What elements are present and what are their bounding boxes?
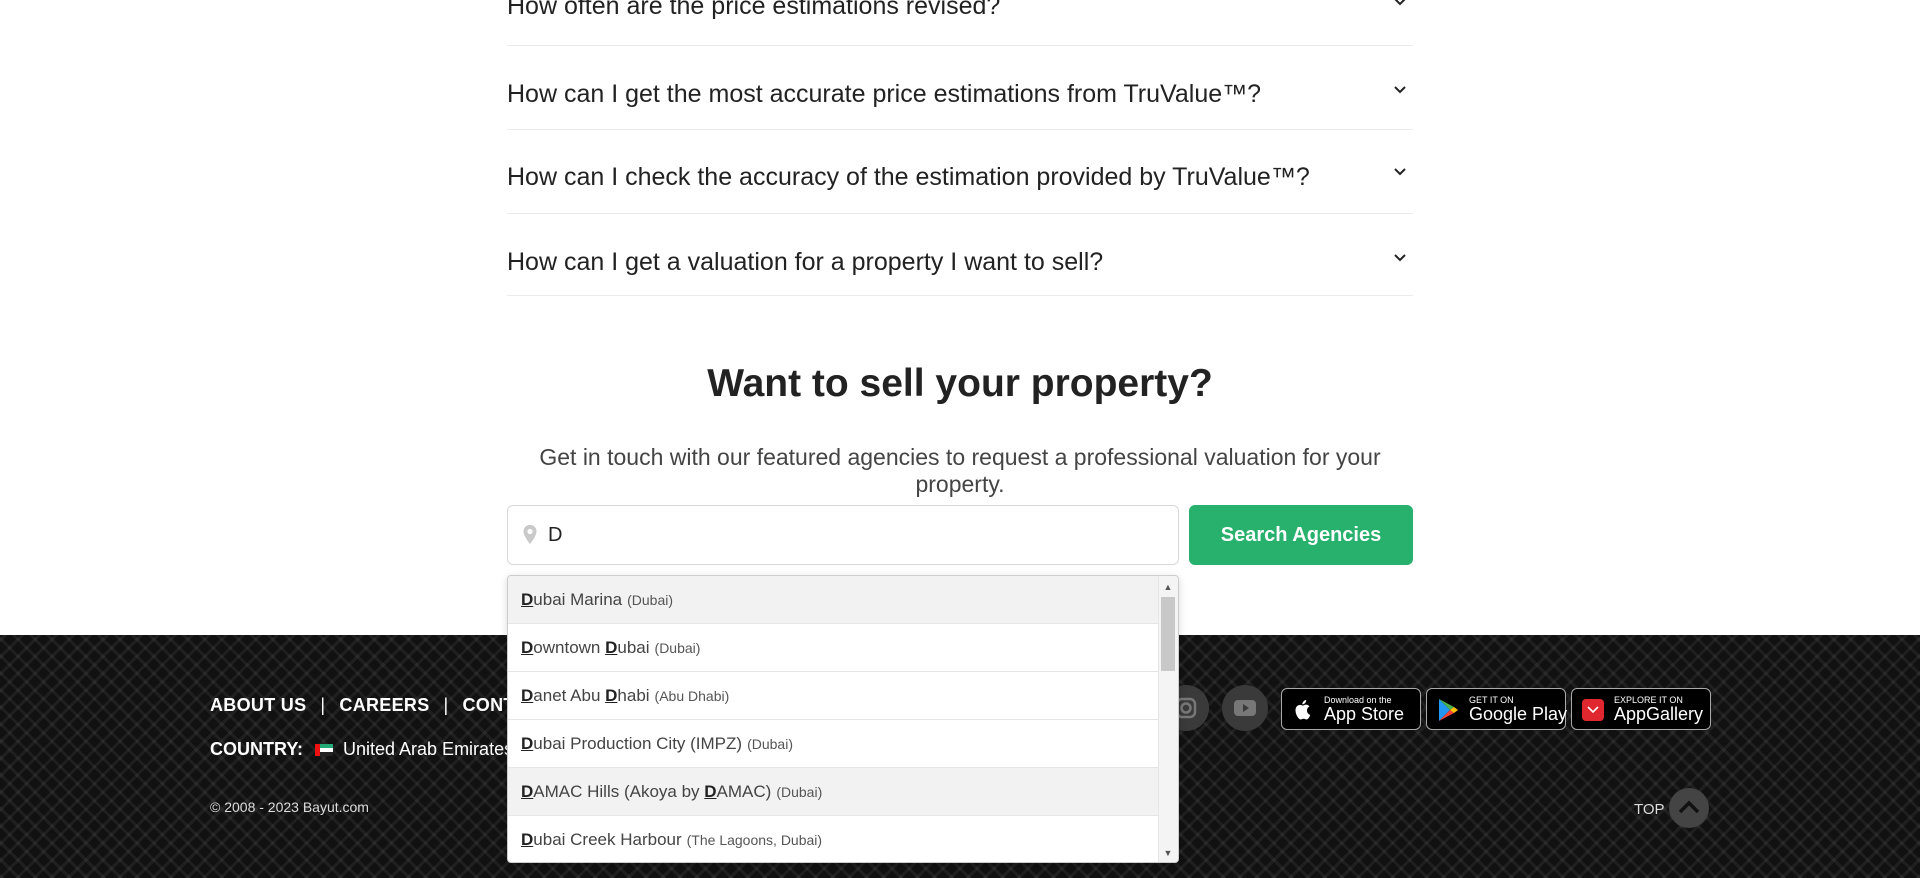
suggestion-city: (Abu Dhabi) bbox=[654, 688, 730, 704]
huawei-icon bbox=[1582, 699, 1604, 721]
suggestion-text: ubai Creek Harbour bbox=[533, 830, 682, 849]
suggestion-city: (Dubai) bbox=[747, 736, 793, 752]
suggestion-item[interactable]: Dubai Marina (Dubai) bbox=[508, 576, 1158, 624]
footer-link-about[interactable]: ABOUT US bbox=[210, 695, 306, 715]
store-big-text: AppGallery bbox=[1614, 704, 1704, 724]
suggestion-city: (Dubai) bbox=[776, 784, 823, 800]
faq-item[interactable]: How often are the price estimations revi… bbox=[507, 0, 1413, 46]
top-label[interactable]: TOP bbox=[1634, 801, 1665, 818]
faq-question: How can I get a valuation for a property… bbox=[507, 248, 1104, 276]
footer-separator: | bbox=[320, 695, 326, 715]
suggestion-text: ubai Marina bbox=[533, 590, 623, 609]
country-label: COUNTRY: bbox=[210, 739, 303, 759]
suggestion-name: Dubai Production City (IMPZ) bbox=[521, 734, 742, 753]
footer-links: ABOUT US | CAREERS | CONT bbox=[210, 695, 515, 716]
app-gallery-badge[interactable]: EXPLORE IT ON AppGallery bbox=[1571, 688, 1711, 730]
location-search-box bbox=[507, 505, 1179, 565]
suggestion-text: ubai bbox=[617, 638, 650, 657]
suggestion-match: D bbox=[605, 686, 618, 705]
faq-item[interactable]: How can I check the accuracy of the esti… bbox=[507, 130, 1413, 214]
location-pin-icon bbox=[523, 525, 537, 544]
faq-question: How can I check the accuracy of the esti… bbox=[507, 163, 1310, 191]
uae-flag-icon bbox=[315, 744, 333, 757]
chevron-down-icon bbox=[1394, 0, 1406, 6]
chevron-down-icon bbox=[1394, 86, 1406, 94]
google-play-badge[interactable]: GET IT ON Google Play bbox=[1426, 688, 1568, 730]
suggestion-item[interactable]: Dubai Creek Harbour (The Lagoons, Dubai) bbox=[508, 816, 1158, 862]
suggestion-match: D bbox=[521, 830, 534, 849]
scrollbar-thumb[interactable] bbox=[1161, 597, 1175, 671]
chevron-down-icon bbox=[1394, 254, 1406, 262]
scroll-top-button[interactable] bbox=[1669, 788, 1709, 828]
store-big-text: Google Play bbox=[1469, 704, 1568, 724]
youtube-icon[interactable] bbox=[1222, 685, 1268, 731]
suggestion-match: D bbox=[521, 782, 534, 801]
store-big-text: App Store bbox=[1324, 704, 1405, 724]
suggestion-item[interactable]: Downtown Dubai (Dubai) bbox=[508, 624, 1158, 672]
faq-question: How can I get the most accurate price es… bbox=[507, 80, 1262, 108]
app-store-badge[interactable]: Download on the App Store bbox=[1281, 688, 1421, 730]
suggestion-text: owntown bbox=[533, 638, 606, 657]
scroll-down-arrow[interactable]: ▼ bbox=[1163, 848, 1173, 858]
suggestion-name: Downtown Dubai bbox=[521, 638, 650, 657]
suggestion-match: D bbox=[521, 638, 534, 657]
suggestion-item[interactable]: Dubai Production City (IMPZ) (Dubai) bbox=[508, 720, 1158, 768]
suggestion-item[interactable]: Danet Abu Dhabi (Abu Dhabi) bbox=[508, 672, 1158, 720]
sell-subtitle: Get in touch with our featured agencies … bbox=[539, 444, 1381, 497]
copyright: © 2008 - 2023 Bayut.com bbox=[210, 799, 369, 815]
google-play-icon bbox=[1439, 699, 1458, 721]
search-agencies-button[interactable]: Search Agencies bbox=[1189, 505, 1413, 565]
faq-item[interactable]: How can I get a valuation for a property… bbox=[507, 212, 1413, 296]
suggestion-match: D bbox=[521, 686, 534, 705]
suggestion-match: D bbox=[521, 590, 534, 609]
chevron-up-icon bbox=[1678, 800, 1700, 814]
chevron-down-icon bbox=[1394, 168, 1406, 176]
suggestion-text: AMAC Hills (Akoya by bbox=[533, 782, 705, 801]
suggestion-match: D bbox=[704, 782, 717, 801]
scroll-up-arrow[interactable]: ▲ bbox=[1163, 582, 1173, 592]
suggestion-match: D bbox=[521, 734, 534, 753]
suggestion-city: (Dubai) bbox=[654, 640, 701, 656]
location-search-input[interactable] bbox=[548, 518, 1148, 552]
suggestion-text: habi bbox=[617, 686, 650, 705]
suggestion-name: Danet Abu Dhabi bbox=[521, 686, 650, 705]
footer-link-careers[interactable]: CAREERS bbox=[339, 695, 429, 715]
suggestion-city: (Dubai) bbox=[627, 592, 674, 608]
country-selector[interactable]: COUNTRY: United Arab Emirates bbox=[210, 739, 513, 760]
suggestion-name: Dubai Creek Harbour bbox=[521, 830, 682, 849]
suggestion-item[interactable]: DAMAC Hills (Akoya by DAMAC) (Dubai) bbox=[508, 768, 1158, 816]
sell-title: Want to sell your property? bbox=[707, 362, 1213, 405]
suggestion-name: Dubai Marina bbox=[521, 590, 622, 609]
faq-question: How often are the price estimations revi… bbox=[507, 0, 1001, 20]
faq-item[interactable]: How can I get the most accurate price es… bbox=[507, 46, 1413, 130]
footer-separator: | bbox=[443, 695, 449, 715]
suggestion-text: AMAC) bbox=[716, 782, 772, 801]
suggestion-match: D bbox=[605, 638, 618, 657]
apple-icon bbox=[1295, 700, 1311, 720]
suggestion-text: ubai Production City (IMPZ) bbox=[533, 734, 743, 753]
suggestion-city: (The Lagoons, Dubai) bbox=[686, 832, 823, 848]
country-value: United Arab Emirates bbox=[343, 739, 514, 759]
suggestion-text: anet Abu bbox=[533, 686, 606, 705]
scrollbar[interactable]: ▲ ▼ bbox=[1158, 576, 1178, 862]
suggestion-name: DAMAC Hills (Akoya by DAMAC) bbox=[521, 782, 771, 801]
location-suggestions-dropdown: Dubai Marina (Dubai) Downtown Dubai (Dubai)… bbox=[507, 575, 1179, 863]
